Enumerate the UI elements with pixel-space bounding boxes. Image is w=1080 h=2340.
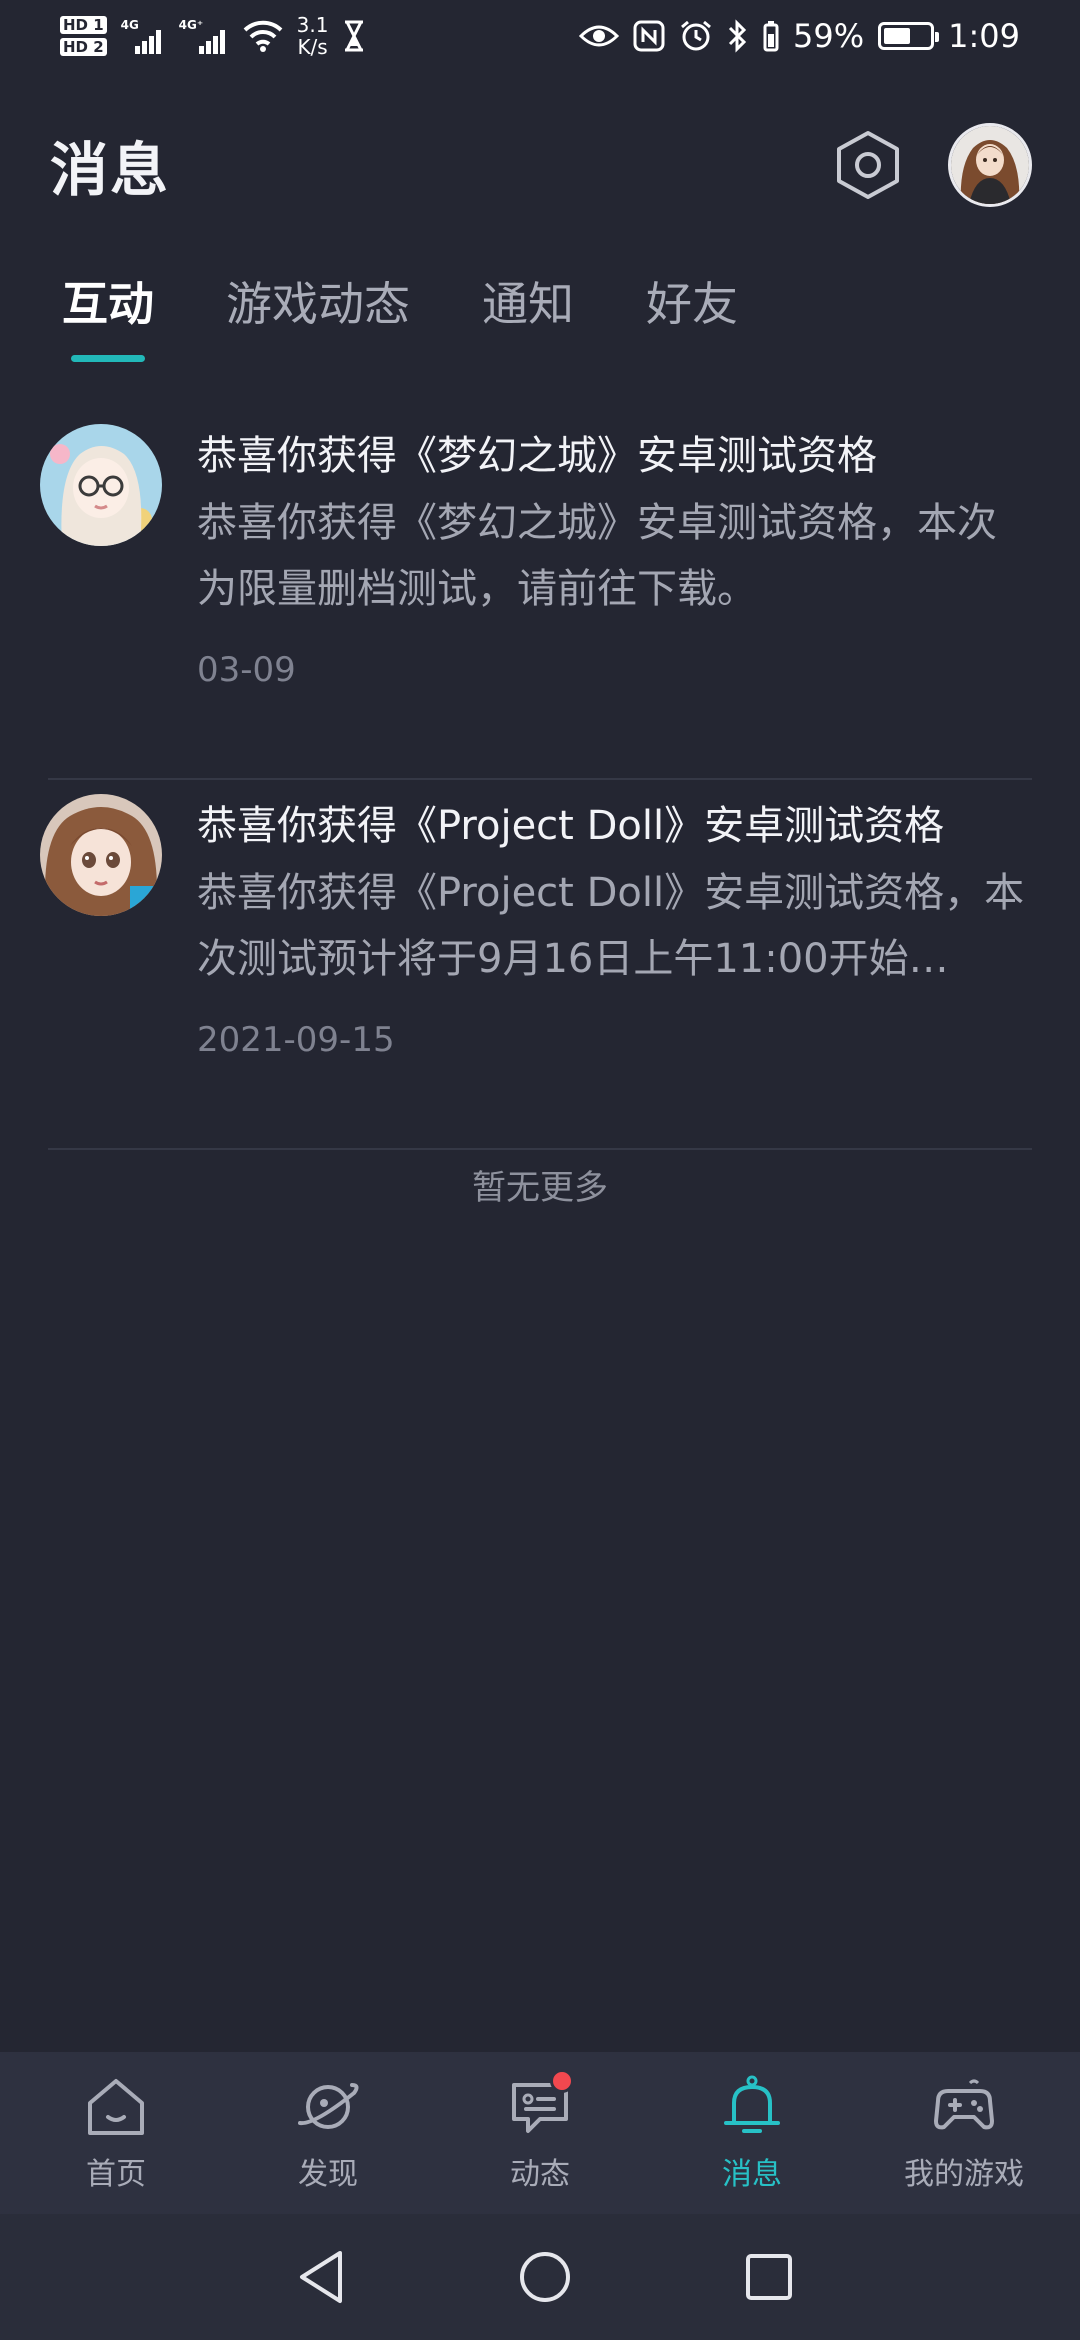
nav-label: 消息 [722, 2157, 782, 2192]
home-circle-icon [520, 2252, 570, 2302]
message-text: 恭喜你获得《Project Doll》安卓测试资格，本次测试预计将于9月16日上… [197, 870, 1025, 982]
sim2-badge: HD 2 [60, 38, 107, 56]
message-list: 恭喜你获得《梦幻之城》安卓测试资格 恭喜你获得《梦幻之城》安卓测试资格，本次为限… [0, 410, 1080, 1150]
network-type-2: 4G⁺ [178, 18, 204, 32]
nav-label: 我的游戏 [904, 2157, 1024, 2192]
recents-button[interactable] [737, 2245, 801, 2309]
nav-item-my-games[interactable]: 我的游戏 [864, 2073, 1064, 2193]
notification-dot [550, 2069, 574, 2093]
message-body: 恭喜你获得《梦幻之城》安卓测试资格 恭喜你获得《梦幻之城》安卓测试资格，本次为限… [197, 424, 1032, 690]
message-text: 恭喜你获得《梦幻之城》安卓测试资格，本次为限量删档测试，请前往下载。 [197, 500, 997, 612]
message-item[interactable]: 恭喜你获得《梦幻之城》安卓测试资格 恭喜你获得《梦幻之城》安卓测试资格，本次为限… [40, 410, 1032, 780]
nav-item-feed[interactable]: 动态 [440, 2069, 640, 2193]
status-bar: HD 1 HD 2 4G 4G⁺ 3.1 K/s 59% 1:09 [0, 0, 1080, 72]
message-title: 恭喜你获得《Project Doll》安卓测试资格 [197, 803, 945, 849]
signal-icon: 4G [121, 18, 165, 54]
tab-label: 好友 [646, 277, 738, 331]
tab-label: 互动 [62, 277, 154, 331]
bottom-nav: 首页 发现 动态 消息 我的游戏 [0, 2052, 1080, 2214]
page-header: 消息 [0, 110, 1080, 220]
alarm-icon [679, 19, 713, 53]
back-triangle-icon [300, 2251, 342, 2303]
planet-icon [298, 2083, 359, 2129]
status-left: HD 1 HD 2 4G 4G⁺ 3.1 K/s [60, 14, 366, 58]
signal-icon: 4G⁺ [179, 18, 229, 54]
profile-avatar[interactable] [948, 123, 1032, 207]
back-button[interactable] [289, 2245, 353, 2309]
nav-item-home[interactable]: 首页 [16, 2073, 216, 2193]
message-date: 2021-09-15 [197, 1020, 395, 1060]
page-title: 消息 [50, 136, 171, 204]
nfc-icon [633, 20, 665, 52]
battery-saver-icon [763, 20, 779, 52]
nav-item-discover[interactable]: 发现 [228, 2073, 428, 2193]
active-tab-indicator [71, 355, 145, 362]
message-avatar[interactable] [40, 424, 162, 546]
clock: 1:09 [948, 17, 1020, 55]
tab-label: 通知 [482, 277, 574, 331]
tab-bar: 互动 游戏动态 通知 好友 [0, 268, 1080, 378]
message-avatar[interactable] [40, 794, 162, 916]
message-date: 03-09 [197, 650, 296, 690]
header-actions [832, 123, 1032, 207]
recents-square-icon [746, 2254, 792, 2300]
network-type-1: 4G [120, 18, 139, 32]
gamepad-icon [934, 2079, 994, 2130]
chat-bubble-icon-wrap [506, 2069, 574, 2141]
sim1-badge: HD 1 [60, 16, 107, 34]
hourglass-icon [342, 20, 366, 52]
network-speed: 3.1 K/s [297, 14, 329, 58]
speed-unit: K/s [297, 35, 328, 59]
speed-value: 3.1 [296, 13, 329, 37]
eye-icon [579, 22, 620, 50]
nav-label: 发现 [298, 2157, 358, 2192]
home-icon [88, 2079, 144, 2135]
sim-badges: HD 1 HD 2 [60, 16, 107, 56]
tab-friends[interactable]: 好友 [646, 268, 738, 358]
nav-label: 首页 [86, 2157, 146, 2192]
tab-interaction[interactable]: 互动 [62, 268, 154, 362]
tab-notifications[interactable]: 通知 [482, 268, 574, 358]
message-title: 恭喜你获得《梦幻之城》安卓测试资格 [197, 433, 877, 479]
battery-percent: 59% [793, 17, 865, 55]
message-body: 恭喜你获得《Project Doll》安卓测试资格 恭喜你获得《Project … [197, 794, 1032, 1060]
system-nav-bar [0, 2214, 1080, 2340]
wifi-icon [243, 20, 283, 52]
home-button[interactable] [513, 2245, 577, 2309]
tab-game-news[interactable]: 游戏动态 [226, 268, 410, 358]
tab-label: 游戏动态 [226, 277, 410, 331]
settings-button[interactable] [832, 129, 904, 201]
list-end-text: 暂无更多 [472, 1168, 608, 1208]
bluetooth-icon [727, 19, 749, 53]
nav-item-messages[interactable]: 消息 [652, 2073, 852, 2193]
status-right: 59% 1:09 [579, 17, 1020, 55]
nav-label: 动态 [510, 2157, 570, 2192]
message-item[interactable]: 恭喜你获得《Project Doll》安卓测试资格 恭喜你获得《Project … [40, 780, 1032, 1150]
bell-icon [724, 2075, 780, 2133]
hexagon-gear-icon [837, 131, 899, 199]
battery-icon [878, 22, 940, 50]
